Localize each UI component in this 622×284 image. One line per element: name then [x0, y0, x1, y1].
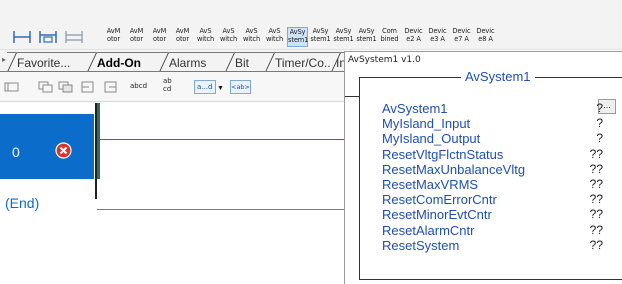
popup-title: AvSystem1 v1.0: [348, 55, 421, 65]
instruction-header: AvSystem1: [461, 69, 535, 84]
param-value[interactable]: ??: [590, 177, 603, 192]
export-rung-icon[interactable]: [103, 81, 118, 93]
instr-avsystem1-3-button[interactable]: AvSy stem1: [333, 27, 354, 47]
import-rung-icon[interactable]: [80, 81, 95, 93]
param-value[interactable]: ??: [590, 192, 603, 207]
instruction-tabs: ▸ Favorite... Add-On Alarms Bit Timer/Co…: [0, 50, 346, 72]
show-tag-description-toggle[interactable]: ab cd: [163, 77, 172, 93]
rung-0-band[interactable]: 0: [0, 114, 94, 179]
instr-device2-button[interactable]: Devic e2 A: [403, 27, 424, 47]
instr-device7-button[interactable]: Devic e7 A: [451, 27, 472, 47]
param-value[interactable]: ??: [590, 223, 603, 238]
instr-avswitch-2-button[interactable]: AvS witch: [218, 27, 239, 47]
show-tag-names-toggle[interactable]: abcd: [130, 82, 147, 90]
instr-avsystem1-2-button[interactable]: AvSy stem1: [310, 27, 331, 47]
tab-scroll-left-icon[interactable]: ▸: [2, 55, 6, 64]
editor-toolbar: abcd ab cd a...d ▼ <ab>: [0, 72, 345, 102]
rung-icon[interactable]: [12, 30, 32, 44]
param-name: ResetComErrorCntr: [382, 192, 497, 208]
verify-routine-icon[interactable]: [4, 81, 19, 93]
param-name: ResetMaxVRMS: [382, 176, 479, 192]
copy-rung-icon[interactable]: [38, 81, 53, 93]
instr-avmotor-4-button[interactable]: AvM otor: [172, 27, 193, 47]
left-power-rail-end: [95, 179, 97, 199]
instr-device8-button[interactable]: Devic e8 A: [475, 27, 496, 47]
param-row[interactable]: MyIsland_Input ?: [382, 116, 622, 131]
tag-button[interactable]: <ab>: [230, 80, 251, 94]
instr-device3-button[interactable]: Devic e3 A: [427, 27, 448, 47]
instruction-toolbar: AvM otor AvM otor AvM otor AvM otor AvS …: [0, 0, 622, 50]
tab-favorites[interactable]: Favorite...: [7, 52, 87, 71]
instr-avsystem1-1-button[interactable]: AvSy stem1: [287, 27, 308, 47]
param-name: MyIsland_Output: [382, 131, 481, 147]
instr-avmotor-2-button[interactable]: AvM otor: [126, 27, 147, 47]
param-row[interactable]: ResetSystem ??: [382, 238, 622, 253]
param-row[interactable]: ResetAlarmCntr ??: [382, 223, 622, 238]
param-value[interactable]: ?: [596, 116, 603, 131]
param-row[interactable]: ResetVltgFlctnStatus ??: [382, 147, 622, 162]
param-name: ResetAlarmCntr: [382, 222, 475, 238]
param-name: ResetMaxUnbalanceVltg: [382, 161, 526, 177]
instruction-box-bottom: [359, 279, 622, 280]
param-name: ResetMinorEvtCntr: [382, 207, 492, 223]
instr-combined-button[interactable]: Com bined: [379, 27, 400, 47]
error-icon: [55, 142, 72, 159]
param-value[interactable]: ?: [596, 131, 603, 146]
popup-lead-line: [345, 96, 359, 97]
ladder-editor[interactable]: 0 (End): [0, 103, 345, 284]
param-row[interactable]: MyIsland_Output ?: [382, 131, 622, 146]
param-name: AvSystem1: [382, 101, 448, 116]
parameter-list: AvSystem1 ? MyIsland_Input ? MyIsland_Ou…: [382, 101, 622, 253]
tab-timer-counter[interactable]: Timer/Co...: [265, 52, 331, 71]
param-row[interactable]: ResetMaxVRMS ??: [382, 177, 622, 192]
end-rung-line: [97, 209, 345, 210]
param-name: ResetSystem: [382, 237, 460, 253]
instr-avswitch-4-button[interactable]: AvS witch: [264, 27, 285, 47]
instruction-box-left: [359, 77, 360, 279]
instr-avmotor-1-button[interactable]: AvM otor: [103, 27, 124, 47]
instruction-popup[interactable]: AvSystem1 v1.0 AvSystem1 ... AvSystem1 ?…: [344, 51, 622, 284]
tab-bit[interactable]: Bit: [225, 52, 265, 71]
branch-level-icon[interactable]: [64, 30, 84, 44]
param-row[interactable]: ResetMinorEvtCntr ??: [382, 207, 622, 222]
tab-add-on[interactable]: Add-On: [87, 52, 159, 71]
param-value[interactable]: ??: [590, 238, 603, 253]
tab-alarms[interactable]: Alarms: [159, 52, 225, 71]
param-name: MyIsland_Input: [382, 116, 471, 132]
rung-wire[interactable]: [100, 139, 345, 140]
instr-avswitch-1-button[interactable]: AvS witch: [195, 27, 216, 47]
end-rung-label: (End): [5, 195, 40, 211]
branch-icon[interactable]: [38, 30, 58, 44]
rung-number: 0: [12, 144, 20, 160]
instr-avmotor-3-button[interactable]: AvM otor: [149, 27, 170, 47]
chevron-down-icon[interactable]: ▼: [217, 85, 224, 92]
instr-avsystem1-4-button[interactable]: AvSy stem1: [356, 27, 377, 47]
param-value[interactable]: ??: [590, 207, 603, 222]
param-row[interactable]: AvSystem1 ?: [382, 101, 622, 116]
param-value[interactable]: ?: [596, 101, 603, 116]
param-row[interactable]: ResetMaxUnbalanceVltg ??: [382, 162, 622, 177]
tag-display-select[interactable]: a...d: [194, 80, 216, 94]
param-value[interactable]: ??: [590, 162, 603, 177]
rung-selection-marker: [97, 103, 100, 179]
paste-rung-icon[interactable]: [58, 81, 73, 93]
param-value[interactable]: ??: [590, 147, 603, 162]
instr-avswitch-3-button[interactable]: AvS witch: [241, 27, 262, 47]
param-name: ResetVltgFlctnStatus: [382, 146, 504, 162]
param-row[interactable]: ResetComErrorCntr ??: [382, 192, 622, 207]
